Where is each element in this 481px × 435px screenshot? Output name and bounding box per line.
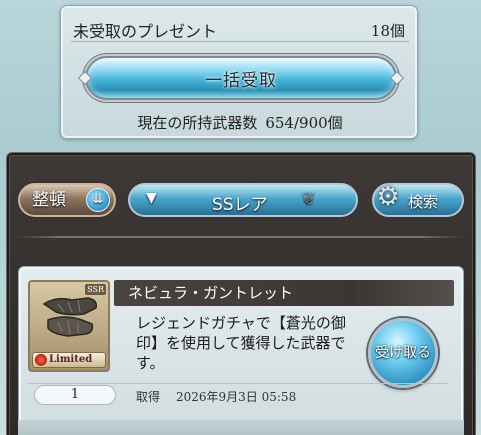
crest-decoration-icon: ❦ [300, 188, 316, 209]
limited-badge: Limited [32, 352, 106, 368]
weapon-thumbnail[interactable]: SSR Limited [28, 280, 110, 372]
receive-all-button[interactable]: 一括受取 [77, 56, 405, 100]
gear-icon: ⚙ [376, 182, 400, 212]
ornament-icon [389, 70, 405, 86]
weapon-count-value: 654/900個 [265, 114, 343, 132]
present-summary-panel: 未受取のプレゼント 18個 一括受取 現在の所持武器数 654/900個 [60, 5, 418, 139]
present-title: 未受取のプレゼント [73, 22, 218, 41]
search-button[interactable]: ⚙ 検索 [372, 182, 464, 217]
gauntlet-icon [42, 297, 98, 337]
item-quantity: 1 [34, 385, 116, 405]
item-name: ネビュラ・ガントレット [114, 280, 454, 306]
receive-button[interactable]: 受け取る [368, 318, 438, 388]
sort-order-icon: ⇊ [86, 188, 110, 212]
limited-emblem-icon [34, 353, 48, 367]
sort-label: 整頓 [32, 190, 66, 210]
present-header: 未受取のプレゼント 18個 [71, 16, 409, 42]
acquire-date: 2026年9月3日 05:58 [176, 390, 297, 404]
rarity-filter-dropdown[interactable]: ▼ SSレア ❦ [128, 183, 358, 217]
next-card-edge [18, 420, 464, 435]
receive-all-label: 一括受取 [205, 70, 277, 91]
toolbar-divider [16, 236, 464, 238]
sort-button[interactable]: 整頓 ⇊ [18, 183, 116, 217]
present-count: 18個 [370, 22, 405, 40]
acquire-label: 取得 [136, 390, 161, 404]
search-label: 検索 [408, 193, 439, 211]
limited-label: Limited [49, 354, 93, 365]
rarity-filter-label: SSレア [212, 195, 268, 215]
dropdown-arrow-icon: ▼ [146, 190, 157, 206]
rarity-badge: SSR [85, 284, 106, 295]
weapon-count: 現在の所持武器数 654/900個 [61, 112, 419, 133]
weapon-count-label: 現在の所持武器数 [137, 114, 258, 132]
ornament-icon [77, 70, 93, 86]
item-description: レジェンドガチャで【蒼光の御印】を使用して獲得した武器です。 [136, 314, 346, 372]
